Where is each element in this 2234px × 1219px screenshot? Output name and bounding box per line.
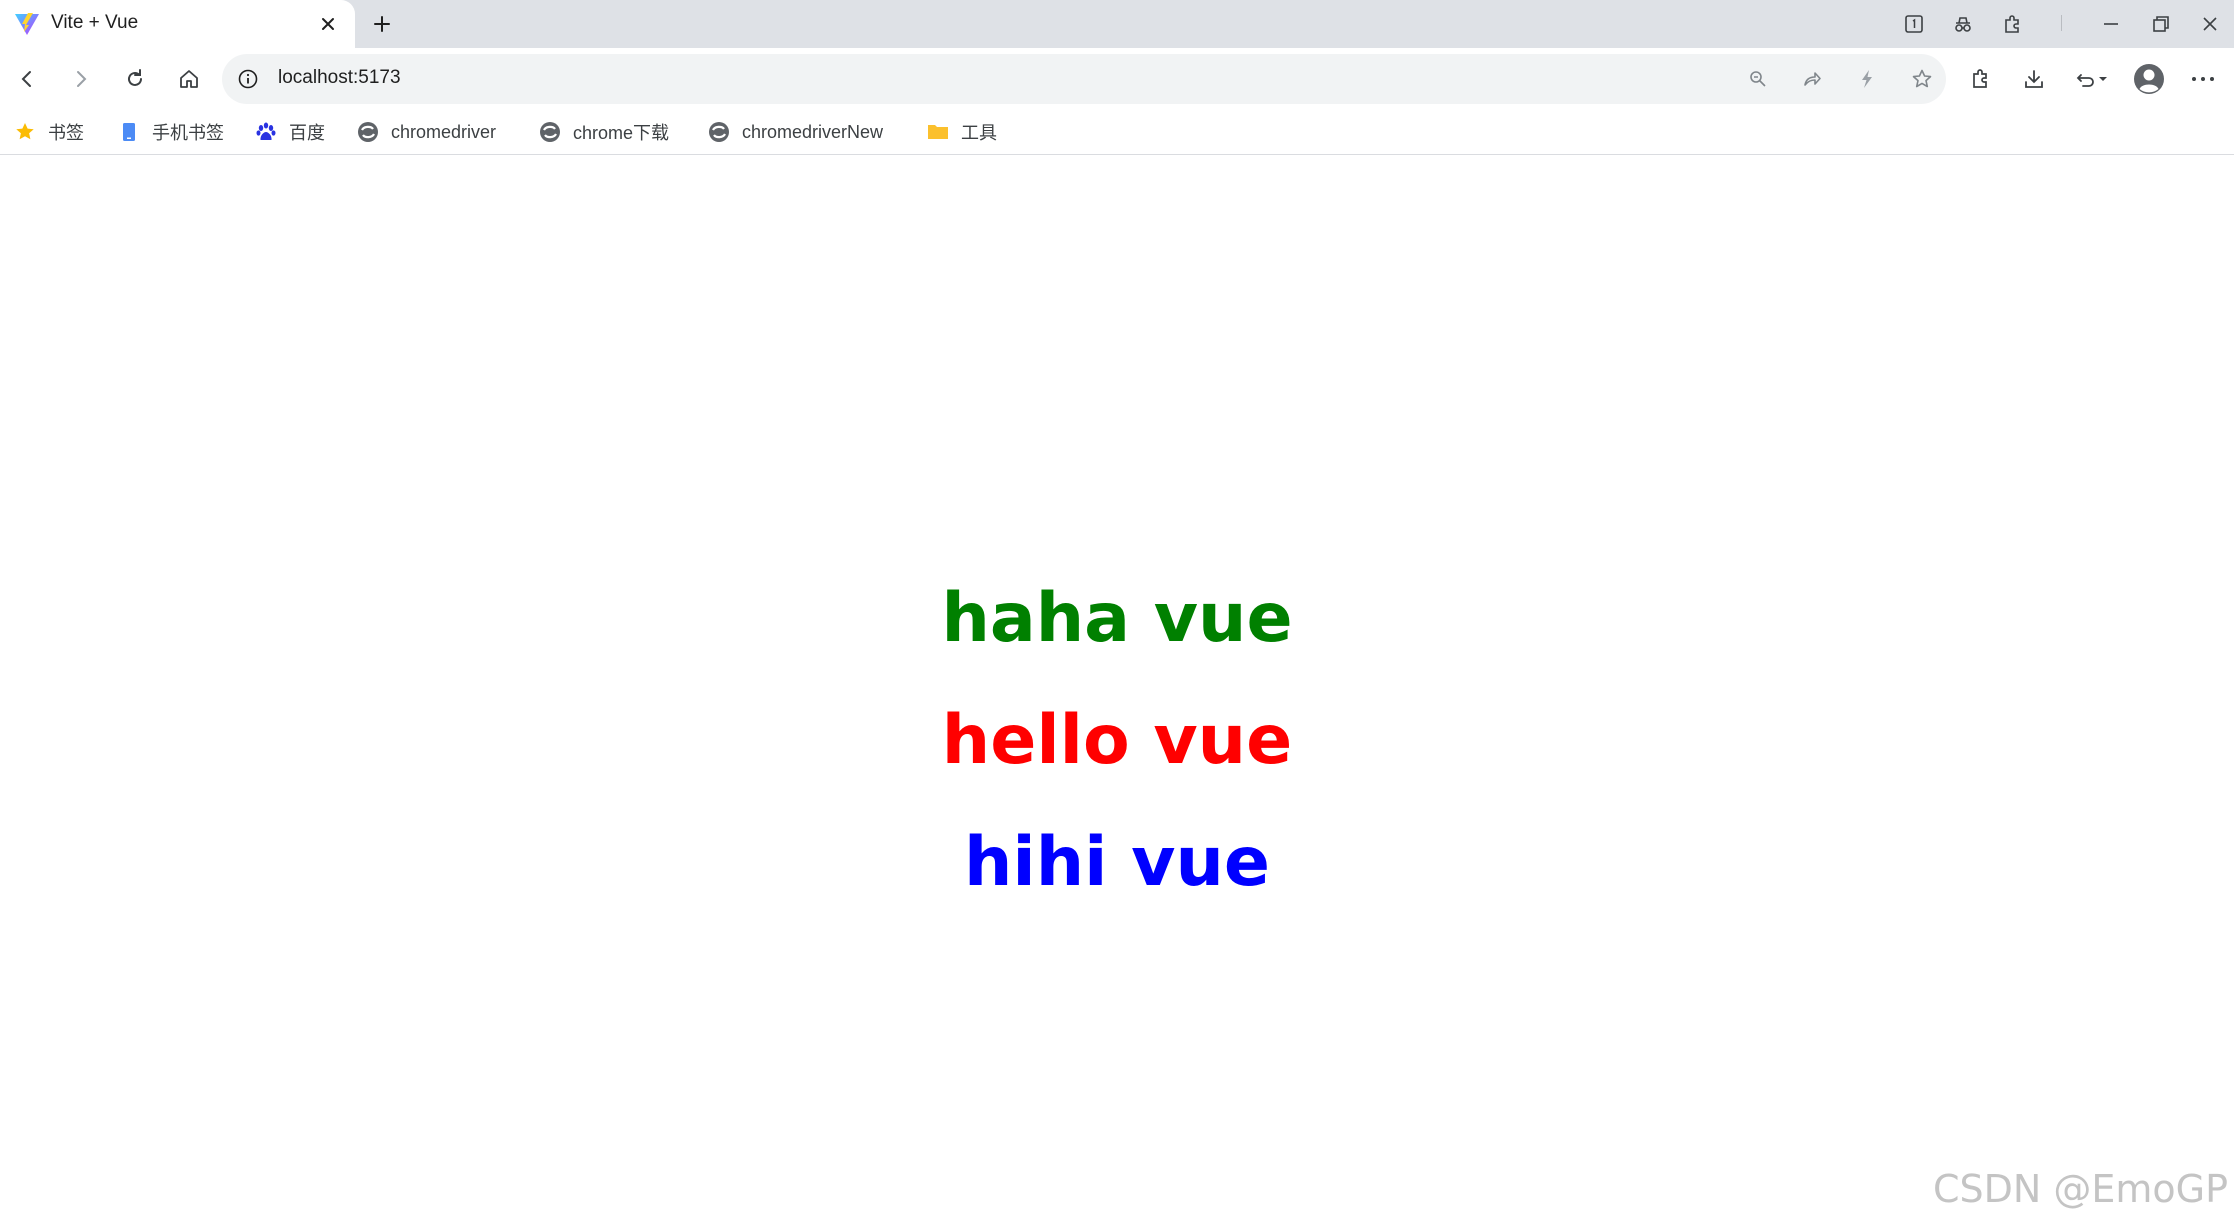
download-icon xyxy=(2025,70,2043,88)
bookmark-item[interactable]: 手机书签 xyxy=(118,116,224,148)
minimize-icon[interactable] xyxy=(2099,12,2123,36)
tab-search-icon[interactable] xyxy=(1902,12,1926,36)
arrow-right-icon xyxy=(77,71,87,87)
extensions-button[interactable] xyxy=(1964,62,1998,96)
bookmark-item[interactable]: 书签 xyxy=(14,116,84,148)
site-globe-icon xyxy=(540,122,560,142)
back-button[interactable] xyxy=(10,62,44,96)
bookmark-item[interactable]: chromedriverNew xyxy=(708,116,883,148)
address-bar[interactable]: localhost:5173 xyxy=(222,54,1946,104)
extension-puzzle-icon[interactable] xyxy=(2000,12,2024,36)
puzzle-icon xyxy=(1973,69,1987,88)
zoom-icon[interactable] xyxy=(1746,67,1770,91)
bookmark-item[interactable]: chrome下载 xyxy=(539,116,669,148)
browser-tab[interactable]: Vite + Vue xyxy=(0,0,355,48)
more-menu-button[interactable] xyxy=(2186,62,2220,96)
site-info-icon[interactable] xyxy=(236,67,260,91)
new-tab-icon[interactable] xyxy=(370,12,394,36)
avatar-icon xyxy=(2134,64,2164,94)
folder-icon xyxy=(928,125,948,139)
tab-title: Vite + Vue xyxy=(51,12,139,33)
message-heading: haha vue xyxy=(941,579,1293,658)
arrow-left-icon xyxy=(21,71,31,87)
site-globe-icon xyxy=(709,122,729,142)
tab-strip: Vite + Vue xyxy=(0,0,2234,48)
undo-icon xyxy=(2076,74,2107,87)
reload-button[interactable] xyxy=(118,62,152,96)
site-globe-icon xyxy=(358,122,378,142)
baidu-paw-icon xyxy=(256,122,276,140)
vite-logo-icon xyxy=(15,13,39,35)
bookmark-item[interactable]: 百度 xyxy=(255,116,325,148)
url-text[interactable]: localhost:5173 xyxy=(278,67,401,89)
toolbar-divider xyxy=(2061,15,2062,31)
home-icon xyxy=(180,70,198,88)
message-heading: hello vue xyxy=(941,701,1293,780)
watermark: CSDN @EmoGP xyxy=(1932,1167,2228,1211)
mobile-icon xyxy=(123,123,135,141)
share-icon[interactable] xyxy=(1800,67,1824,91)
message-heading: hihi vue xyxy=(964,823,1270,902)
bookmark-item[interactable]: 工具 xyxy=(927,116,997,148)
forward-button[interactable] xyxy=(64,62,98,96)
undo-menu-button[interactable] xyxy=(2072,62,2116,96)
incognito-icon[interactable] xyxy=(1951,12,1975,36)
star-bookmark-icon[interactable] xyxy=(1910,67,1934,91)
star-icon xyxy=(16,123,34,140)
lightning-icon[interactable] xyxy=(1855,67,1879,91)
profile-button[interactable] xyxy=(2132,62,2166,96)
home-button[interactable] xyxy=(172,62,206,96)
page-content: haha vue hello vue hihi vue CSDN @EmoGP xyxy=(0,155,2234,1219)
bookmark-item[interactable]: chromedriver xyxy=(357,116,496,148)
close-icon[interactable] xyxy=(318,14,338,34)
bookmarks-bar: 书签 手机书签 百度 chromedriver chrome下载 chromed… xyxy=(0,110,2234,155)
reload-icon xyxy=(128,69,142,86)
browser-toolbar: localhost:5173 xyxy=(0,48,2234,110)
downloads-button[interactable] xyxy=(2017,62,2051,96)
window-close-icon[interactable] xyxy=(2198,12,2222,36)
restore-icon[interactable] xyxy=(2149,12,2173,36)
more-dots-icon xyxy=(2192,77,2214,81)
